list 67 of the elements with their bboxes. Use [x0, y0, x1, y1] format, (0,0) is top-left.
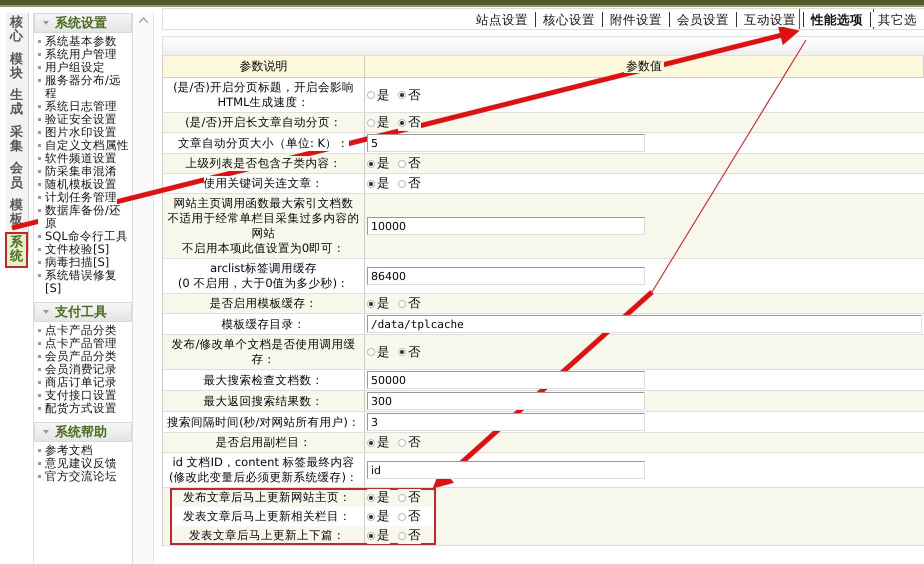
menu-item[interactable]: 意见建议反馈 — [38, 457, 117, 470]
menu-item[interactable]: 病毒扫描[S] — [38, 256, 110, 269]
menu-group-header[interactable]: 系统设置 — [34, 13, 132, 33]
menu-group-header[interactable]: 支付工具 — [34, 302, 132, 322]
input-field[interactable]: 86400 — [367, 267, 645, 285]
input-field[interactable]: 3 — [367, 413, 645, 431]
menu-item[interactable]: 系统日志管理 — [38, 100, 117, 113]
menu-item[interactable]: 用户组设定 — [38, 61, 105, 74]
module-tab[interactable]: 模块 — [6, 50, 27, 84]
parameter-label: id 文档ID，content 标签最终内容 — [172, 455, 355, 470]
menu-item[interactable]: 文件校验[S] — [38, 243, 110, 256]
parameter-label: arclist标签调用缓存 — [210, 261, 317, 276]
module-tab[interactable]: 生成 — [6, 86, 27, 121]
menu-item[interactable]: SQL命令行工具 — [38, 230, 128, 243]
menu-item[interactable]: 商店订单记录 — [38, 376, 117, 389]
radio-option[interactable]: 否 — [398, 86, 421, 104]
radio-option[interactable]: 是 — [367, 527, 390, 544]
menu-item[interactable]: 会员产品分类 — [38, 350, 117, 363]
menu-item[interactable]: 官方交流论坛 — [38, 470, 117, 483]
menu-item[interactable]: 点卡产品管理 — [38, 337, 117, 350]
radio-option[interactable]: 否 — [398, 114, 421, 131]
caret-icon — [43, 430, 49, 434]
scroll-up-icon[interactable] — [138, 17, 148, 23]
column-header: 参数值 — [624, 59, 664, 73]
radio-option[interactable]: 否 — [398, 344, 421, 360]
radio-option[interactable]: 是 — [367, 344, 390, 360]
radio-option[interactable]: 是 — [367, 295, 390, 312]
radio-option[interactable]: 是 — [367, 155, 390, 172]
radio-option[interactable]: 是 — [367, 175, 390, 192]
menu-item[interactable]: 支付接口设置 — [38, 389, 117, 402]
radio-option[interactable]: 是 — [367, 114, 390, 131]
parameter-label: 网站主页调用函数最大索引文档数 — [174, 196, 354, 211]
menu-item[interactable]: 防采集串混淆 — [38, 165, 117, 178]
menu-item[interactable]: 参考文档 — [38, 444, 93, 457]
menu-item[interactable]: 自定义文档属性 — [38, 139, 129, 152]
input-field[interactable]: /data/tplcache — [367, 315, 922, 333]
radio-option[interactable]: 是 — [367, 508, 390, 525]
input-field[interactable]: 5 — [367, 134, 645, 152]
menu-item[interactable]: 系统用户管理 — [38, 48, 117, 61]
menu-group-header[interactable]: 系统帮助 — [34, 422, 132, 442]
settings-tab[interactable]: 互动设置 — [736, 12, 803, 26]
module-tab[interactable]: 模板 — [6, 196, 27, 231]
column-header: 参数说明 — [238, 59, 290, 73]
radio-option[interactable]: 是 — [367, 434, 390, 451]
caret-icon — [43, 21, 49, 25]
menu-item[interactable]: 会员消费记录 — [38, 363, 117, 376]
radio-option[interactable]: 是 — [367, 489, 390, 506]
module-tab[interactable]: 采集 — [6, 122, 27, 158]
caret-icon — [43, 310, 49, 314]
module-tab[interactable]: 会员 — [6, 159, 27, 194]
menu-item[interactable]: 验证安全设置 — [38, 113, 117, 126]
menu-item[interactable]: 点卡产品分类 — [38, 324, 117, 337]
radio-option[interactable]: 是 — [367, 86, 390, 104]
input-field[interactable]: id — [367, 461, 645, 479]
module-tab[interactable]: 系统 — [6, 232, 27, 268]
input-field[interactable]: 300 — [367, 392, 645, 410]
menu-item[interactable]: 配货方式设置 — [38, 402, 117, 415]
input-field[interactable]: 50000 — [367, 371, 645, 389]
radio-option[interactable]: 否 — [398, 527, 421, 544]
menu-item[interactable]: 软件频道设置 — [38, 152, 117, 165]
menu-item[interactable]: 随机模板设置 — [38, 178, 117, 191]
parameter-label: 文章自动分页大小（单位: K）： — [178, 136, 350, 150]
menu-item[interactable]: 计划任务管理 — [38, 191, 117, 204]
module-tab[interactable]: 核心 — [6, 13, 27, 48]
input-field[interactable]: 10000 — [367, 217, 645, 235]
menu-item[interactable]: 系统基本参数 — [38, 35, 117, 48]
menu-item[interactable]: 图片水印设置 — [38, 126, 117, 139]
